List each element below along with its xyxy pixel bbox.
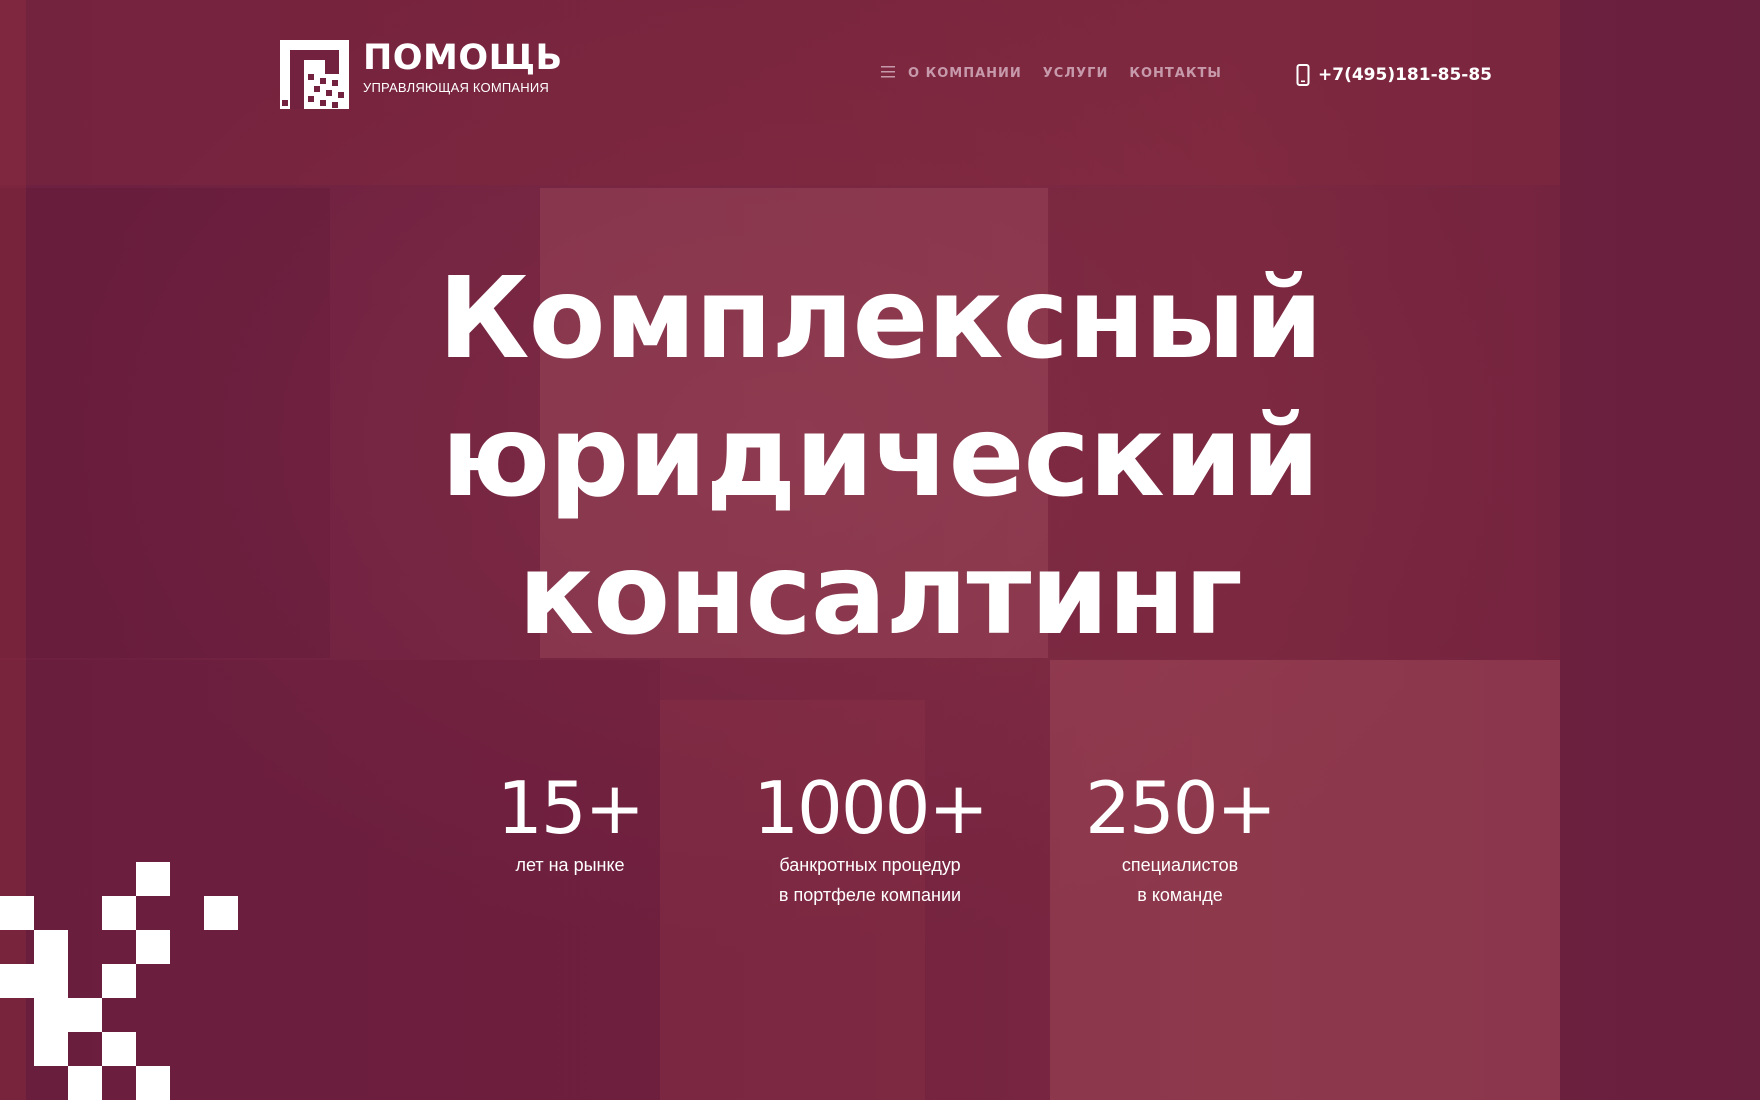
headline-line: Комплексный: [438, 254, 1323, 384]
stat-value: 250+: [1085, 766, 1277, 850]
stat-value: 15+: [497, 766, 645, 850]
pixel: [34, 930, 68, 964]
pixel: [34, 998, 68, 1032]
stat-specialists: 250+ специалистов в команде: [1040, 766, 1320, 910]
pixel: [0, 964, 34, 998]
stat-procedures: 1000+ банкротных процедур в портфеле ком…: [730, 766, 1010, 910]
pixel: [204, 896, 238, 930]
background-tile: [0, 0, 1560, 185]
pixel: [136, 862, 170, 896]
pixel: [102, 896, 136, 930]
pixel: [136, 1066, 170, 1100]
background-tile: [0, 660, 660, 1100]
nav-link-services[interactable]: УСЛУГИ: [1043, 66, 1109, 81]
pixel: [136, 930, 170, 964]
main-nav: О КОМПАНИИ УСЛУГИ КОНТАКТЫ: [880, 64, 1243, 82]
pixel: [0, 896, 34, 930]
pixel: [102, 964, 136, 998]
pixel: [102, 1032, 136, 1066]
stat-label: специалистов: [1121, 855, 1239, 875]
pixel: [34, 964, 68, 998]
hero-headline: Комплексный юридический консалтинг: [380, 250, 1380, 664]
background-tile: [0, 188, 330, 658]
stat-value: 1000+: [753, 766, 989, 850]
stat-label: банкротных процедур: [779, 855, 961, 875]
headline-line: юридический: [441, 392, 1320, 522]
background-tile: [1560, 0, 1760, 1100]
hamburger-icon[interactable]: [880, 64, 896, 82]
background-tile: [0, 0, 26, 1100]
phone-number: +7(495)181-85-85: [1318, 65, 1493, 85]
pixel: [34, 1032, 68, 1066]
stat-label: в команде: [1137, 885, 1223, 905]
headline-line: консалтинг: [518, 530, 1243, 660]
phone-link[interactable]: +7(495)181-85-85: [1296, 64, 1492, 86]
logo-title: ПОМОЩЬ: [363, 38, 563, 78]
mobile-phone-icon: [1296, 64, 1310, 86]
stat-label: лет на рынке: [515, 855, 625, 875]
nav-link-about[interactable]: О КОМПАНИИ: [908, 66, 1022, 81]
pixel: [68, 1066, 102, 1100]
logo[interactable]: ПОМОЩЬ УПРАВЛЯЮЩАЯ КОМПАНИЯ: [280, 40, 563, 109]
stat-years: 15+ лет на рынке: [430, 766, 710, 880]
qr-logo-icon: [280, 40, 349, 109]
stat-label: в портфеле компании: [778, 885, 962, 905]
pixel: [68, 998, 102, 1032]
nav-link-contacts[interactable]: КОНТАКТЫ: [1129, 66, 1221, 81]
logo-subtitle: УПРАВЛЯЮЩАЯ КОМПАНИЯ: [363, 80, 550, 95]
